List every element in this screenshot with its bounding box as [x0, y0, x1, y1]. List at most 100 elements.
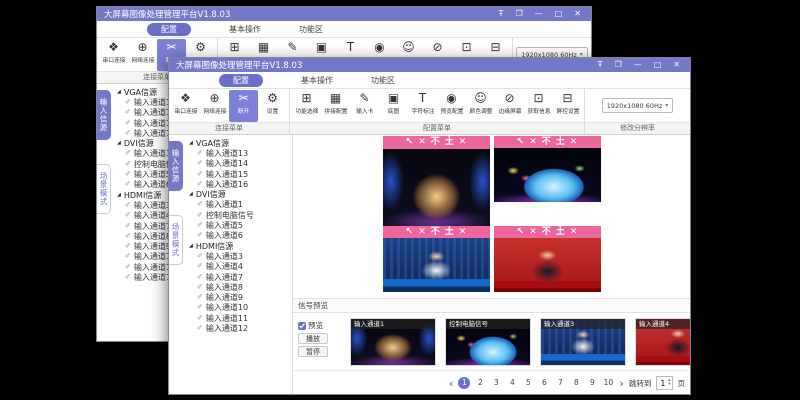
overlay-icon[interactable]: ✕ — [529, 228, 537, 237]
side-tab[interactable]: 场景模式 — [169, 215, 183, 265]
ribbon-tab[interactable]: 配置 — [147, 23, 191, 36]
tree-row[interactable]: ✐ 输入通道3 — [182, 251, 292, 261]
overlay-icon[interactable]: ↖ — [406, 138, 414, 147]
side-tab[interactable]: 输入信源 — [97, 90, 111, 140]
overlay-icon[interactable]: ✕ — [418, 138, 426, 147]
overlay-icon[interactable]: 不 — [542, 228, 551, 237]
side-tab[interactable]: 输入信源 — [169, 141, 183, 191]
tree-row[interactable]: ✐ 输入通道4 — [182, 262, 292, 272]
overlay-icon[interactable]: ↖ — [517, 138, 525, 147]
tree-row[interactable]: ✐ 输入通道5 — [182, 220, 292, 230]
preview-checkbox[interactable] — [298, 322, 306, 330]
toolbar-button[interactable]: ◉ 预览配置 — [437, 90, 466, 122]
pin-icon[interactable]: Ŧ — [499, 10, 504, 18]
maximize-button[interactable]: □ — [555, 10, 563, 18]
tree-row[interactable]: ✐ 输入通道12 — [182, 323, 292, 333]
video-cell[interactable]: ↖ ✕ 不 土 ✕ — [383, 226, 490, 292]
overlay-icon[interactable]: 土 — [556, 228, 565, 237]
window-titlebar[interactable]: 大屏幕图像处理管理平台V1.8.03 Ŧ ❐ — □ ✕ — [169, 58, 690, 72]
page-number[interactable]: 10 — [602, 377, 614, 389]
toolbar-button[interactable]: ⊡ 获取信息 — [524, 90, 553, 122]
toolbar-button[interactable]: ☺ 颜色调整 — [466, 90, 495, 122]
app-window-foreground[interactable]: 大屏幕图像处理管理平台V1.8.03 Ŧ ❐ — □ ✕ 配置 基本操作 功能区… — [168, 57, 691, 395]
video-cell[interactable]: ↖ ✕ 不 土 ✕ — [383, 136, 490, 226]
window-titlebar[interactable]: 大屏幕图像处理管理平台V1.8.03 Ŧ ❐ — □ ✕ — [97, 7, 591, 21]
preview-thumbnail[interactable]: 输入通道3 — [540, 318, 626, 366]
tree-row[interactable]: ✐ 输入通道15 — [182, 169, 292, 179]
prev-page-icon[interactable]: ‹ — [449, 378, 454, 389]
preview-checkbox-row[interactable]: 预览 — [298, 320, 344, 331]
preview-thumbnail[interactable]: 输入通道4 — [635, 318, 690, 366]
minimize-button[interactable]: — — [535, 10, 543, 18]
close-button[interactable]: ✕ — [574, 10, 581, 18]
overlay-icon[interactable]: 不 — [431, 228, 440, 237]
overlay-icon[interactable]: ✕ — [570, 228, 578, 237]
toolbar-button[interactable]: ⊕ 网络连接 — [200, 90, 229, 122]
video-cell[interactable]: ↖ ✕ 不 土 ✕ — [494, 226, 601, 292]
page-number[interactable]: 6 — [538, 377, 550, 389]
overlay-icon[interactable]: 土 — [445, 228, 454, 237]
pause-button[interactable]: 暂停 — [298, 346, 328, 357]
tree-row[interactable]: ✐ 控制电脑信号 — [182, 210, 292, 220]
side-tab[interactable]: 场景模式 — [97, 164, 111, 214]
overlay-icon[interactable]: 不 — [431, 138, 440, 147]
toolbar-button[interactable]: ⊟ 屏控设置 — [553, 90, 582, 122]
tree-row[interactable]: ✐ 输入通道1 — [182, 200, 292, 210]
overlay-icon[interactable]: ✕ — [418, 228, 426, 237]
ribbon-tab[interactable]: 基本操作 — [229, 24, 261, 35]
tree-row[interactable]: ◢ HDMI信源 — [182, 241, 292, 251]
overlay-icon[interactable]: ↖ — [517, 228, 525, 237]
maximize-button[interactable]: □ — [654, 61, 662, 69]
tree-row[interactable]: ✐ 输入通道8 — [182, 282, 292, 292]
ribbon-tab[interactable]: 基本操作 — [301, 75, 333, 86]
toolbar-button[interactable]: ▦ 拼接配置 — [321, 90, 350, 122]
tree-row[interactable]: ✐ 输入通道7 — [182, 272, 292, 282]
toolbar-button[interactable]: ❖ 串口连接 — [171, 90, 200, 122]
tree-row[interactable]: ✐ 输入通道14 — [182, 159, 292, 169]
ribbon-tab[interactable]: 功能区 — [371, 75, 395, 86]
page-number[interactable]: 1 — [458, 377, 470, 389]
page-number[interactable]: 4 — [506, 377, 518, 389]
tree-row[interactable]: ✐ 输入通道13 — [182, 148, 292, 158]
overlay-icon[interactable]: ✕ — [529, 138, 537, 147]
play-button[interactable]: 播放 — [298, 333, 328, 344]
overlay-icon[interactable]: 土 — [445, 138, 454, 147]
toolbar-button[interactable]: ⊕ 网络连接 — [128, 39, 157, 71]
page-number[interactable]: 8 — [570, 377, 582, 389]
overlay-icon[interactable]: 土 — [556, 138, 565, 147]
tree-row[interactable]: ✐ 输入通道10 — [182, 303, 292, 313]
ribbon-tab[interactable]: 配置 — [219, 74, 263, 87]
overlay-icon[interactable]: ✕ — [570, 138, 578, 147]
resolution-select[interactable]: 1920x1080 60Hz ▾ — [602, 98, 674, 113]
toolbar-button[interactable]: ✂ 断开 — [229, 90, 258, 122]
minimize-button[interactable]: — — [634, 61, 642, 69]
preview-thumbnail[interactable]: 控制电脑信号 — [445, 318, 531, 366]
spinner-arrows-icon[interactable]: ▴▾ — [667, 379, 671, 387]
overlay-icon[interactable]: ✕ — [459, 138, 467, 147]
tree-row[interactable]: ✐ 输入通道16 — [182, 179, 292, 189]
toolbar-button[interactable]: ▣ 底图 — [379, 90, 408, 122]
toolbar-button[interactable]: ⊞ 功能选择 — [292, 90, 321, 122]
pin-icon[interactable]: Ŧ — [598, 61, 603, 69]
tree-row[interactable]: ✐ 输入通道11 — [182, 313, 292, 323]
overlay-icon[interactable]: ↖ — [406, 228, 414, 237]
page-number[interactable]: 5 — [522, 377, 534, 389]
toolbar-button[interactable]: ❖ 串口连接 — [99, 39, 128, 71]
toolbar-button[interactable]: T 字符标注 — [408, 90, 437, 122]
page-number[interactable]: 9 — [586, 377, 598, 389]
page-number[interactable]: 3 — [490, 377, 502, 389]
tree-row[interactable]: ◢ VGA信源 — [182, 138, 292, 148]
video-cell[interactable]: ↖ ✕ 不 土 ✕ — [494, 136, 601, 226]
theme-icon[interactable]: ❐ — [516, 10, 523, 18]
tree-row[interactable]: ✐ 输入通道9 — [182, 292, 292, 302]
page-number[interactable]: 7 — [554, 377, 566, 389]
overlay-icon[interactable]: ✕ — [459, 228, 467, 237]
toolbar-button[interactable]: ⊘ 边缘屏幕 — [495, 90, 524, 122]
toolbar-button[interactable]: ⚙ 设置 — [258, 90, 287, 122]
close-button[interactable]: ✕ — [673, 61, 680, 69]
theme-icon[interactable]: ❐ — [615, 61, 622, 69]
tree-row[interactable]: ◢ DVI信源 — [182, 189, 292, 199]
preview-thumbnail[interactable]: 输入通道1 — [350, 318, 436, 366]
page-number[interactable]: 2 — [474, 377, 486, 389]
tree-row[interactable]: ✐ 输入通道6 — [182, 231, 292, 241]
